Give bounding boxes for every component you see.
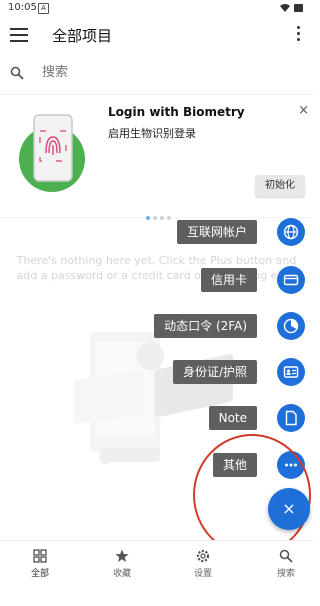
search-icon	[279, 549, 293, 563]
nav-label: 收藏	[112, 569, 131, 579]
search-bar[interactable]	[0, 60, 313, 88]
initialize-button[interactable]: 初始化	[255, 175, 305, 197]
nav-item-favorites[interactable]: 收藏	[102, 549, 142, 579]
biometry-banner: Login with Biometry 启用生物识别登录 × 初始化	[0, 94, 313, 220]
nav-label: 设置	[193, 569, 212, 579]
overflow-menu-icon[interactable]	[297, 26, 301, 44]
hamburger-menu-icon[interactable]	[10, 28, 28, 42]
system-bottom-area	[0, 590, 313, 606]
status-time: 10:05	[8, 2, 37, 13]
fab-label[interactable]: 动态口令 (2FA)	[154, 314, 257, 338]
fab-label[interactable]: 身份证/护照	[172, 360, 257, 384]
note-icon[interactable]	[277, 404, 305, 432]
bottom-navigation: 全部 收藏 设置 搜索	[0, 540, 313, 591]
id-card-icon[interactable]	[277, 358, 305, 386]
nav-label: 搜索	[276, 569, 295, 579]
close-icon[interactable]: ×	[298, 103, 309, 118]
star-icon	[115, 549, 129, 562]
nav-item-search[interactable]: 搜索	[266, 549, 306, 579]
gear-icon	[196, 549, 210, 563]
credit-card-icon[interactable]	[277, 266, 305, 294]
wifi-battery-icons	[279, 3, 305, 16]
search-icon	[10, 66, 24, 80]
page-title: 全部项目	[52, 27, 113, 45]
sim-notification-icon: A	[38, 3, 49, 14]
search-input[interactable]	[40, 64, 244, 81]
banner-subtitle: 启用生物识别登录	[108, 127, 196, 140]
banner-title: Login with Biometry	[108, 105, 245, 119]
fab-close-button[interactable]: ×	[268, 488, 310, 530]
fingerprint-phone-illustration	[19, 114, 85, 192]
fab-label[interactable]: Note	[208, 406, 257, 430]
app-bar: 全部项目	[0, 18, 313, 54]
nav-item-settings[interactable]: 设置	[183, 549, 223, 579]
grid-icon	[33, 549, 47, 563]
status-bar: 10:05 A	[0, 0, 313, 16]
fab-label[interactable]: 信用卡	[200, 268, 257, 292]
globe-icon[interactable]	[277, 218, 305, 246]
nav-item-all[interactable]: 全部	[20, 549, 60, 579]
nav-label: 全部	[30, 569, 49, 579]
fab-label[interactable]: 互联网帐户	[176, 220, 257, 244]
timer-icon[interactable]	[277, 312, 305, 340]
